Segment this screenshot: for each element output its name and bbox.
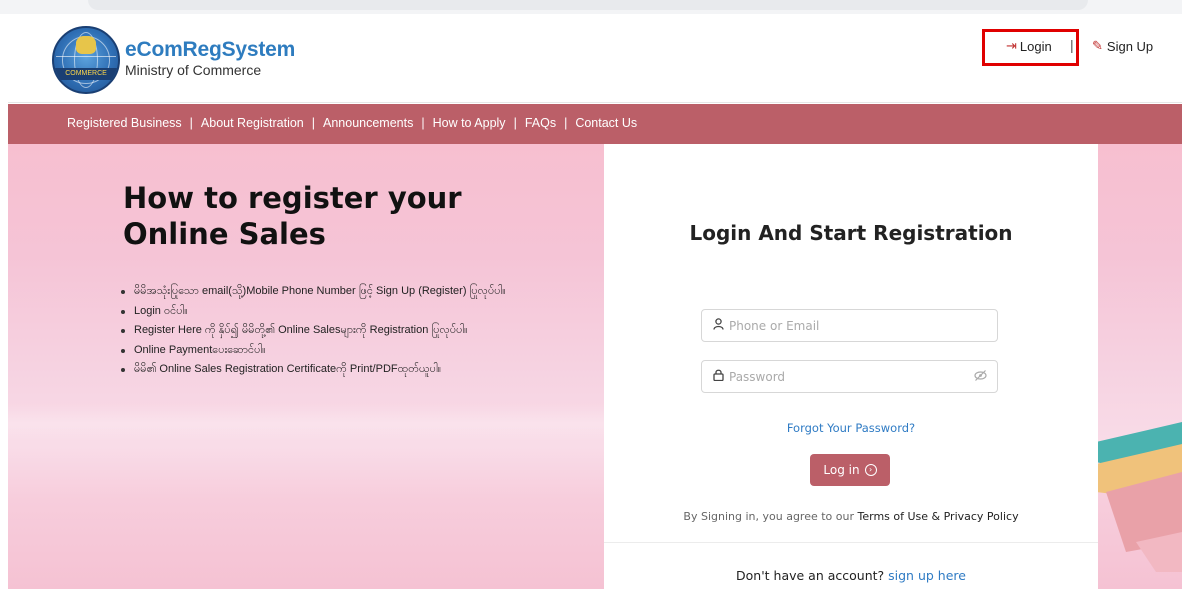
hero-section: How to register your Online Sales မိမိအသ… [8, 144, 1182, 589]
signup-here-link[interactable]: sign up here [888, 568, 966, 583]
step-item: Register Here ကို နှိပ်၍ မိမိတို့၏ Onlin… [118, 321, 506, 341]
menu-separator: | [421, 116, 425, 130]
agree-prefix: By Signing in, you agree to our [683, 510, 858, 523]
step-item: မိမိ၏ Online Sales Registration Certific… [118, 360, 506, 380]
forgot-password-link[interactable]: Forgot Your Password? [604, 421, 1098, 435]
header-signup-link[interactable]: ✎ Sign Up [1092, 38, 1153, 54]
menu-separator: | [564, 116, 568, 130]
globe-line [56, 56, 116, 57]
menu-separator: | [513, 116, 517, 130]
menu-item-announcements[interactable]: Announcements [323, 116, 413, 130]
hero-shine [8, 404, 608, 444]
login-card: Login And Start Registration Forgot Your… [604, 144, 1098, 589]
emblem-bird [76, 36, 96, 54]
step-item: Online Paymentပေးဆောင်ပါ။ [118, 341, 506, 361]
browser-top-strip [0, 0, 1182, 14]
no-account-prefix: Don't have an account? [736, 568, 889, 583]
edit-icon: ✎ [1092, 38, 1103, 53]
login-card-title: Login And Start Registration [689, 221, 1013, 245]
email-input[interactable] [729, 318, 969, 333]
hero-title: How to register your Online Sales [123, 181, 462, 251]
main-menu-bar: Registered Business | About Registration | A… [8, 104, 1182, 144]
brand[interactable]: eComRegSystem Ministry of Commerce [125, 38, 295, 79]
decorative-cards [1096, 422, 1182, 572]
login-button[interactable]: Log in › [810, 454, 890, 486]
card-divider [604, 542, 1098, 543]
browser-address-bar [88, 0, 1088, 10]
login-button-label: Log in [823, 463, 860, 477]
arrow-circle-right-icon: › [864, 464, 877, 476]
terms-agreement: By Signing in, you agree to our Terms of… [604, 510, 1098, 523]
eye-off-icon[interactable] [974, 369, 987, 385]
ministry-logo[interactable]: COMMERCE [52, 26, 120, 94]
logo-band: COMMERCE [54, 68, 118, 80]
main-menu: Registered Business | About Registration | A… [67, 116, 637, 130]
menu-item-how-to-apply[interactable]: How to Apply [433, 116, 506, 130]
email-field[interactable] [701, 309, 998, 342]
step-item: Login ဝင်ပါ။ [118, 302, 506, 322]
brand-subtitle: Ministry of Commerce [125, 62, 262, 78]
brand-title: eComRegSystem [125, 38, 296, 61]
header-signup-label: Sign Up [1106, 38, 1154, 54]
menu-separator: | [189, 116, 193, 130]
step-item: မိမိအသုံးပြုသော email(သို့)Mobile Phone … [118, 282, 506, 302]
registration-steps: မိမိအသုံးပြုသော email(သို့)Mobile Phone … [118, 282, 506, 380]
terms-link[interactable]: Terms of Use & Privacy Policy [858, 510, 1019, 523]
header-login-label: Login [1019, 38, 1052, 54]
menu-item-about-registration[interactable]: About Registration [201, 116, 304, 130]
menu-item-registered-business[interactable]: Registered Business [67, 116, 182, 130]
menu-separator: | [311, 116, 315, 130]
user-icon [712, 318, 724, 333]
sign-in-icon: ⇥ [1006, 38, 1017, 53]
menu-item-contact-us[interactable]: Contact Us [575, 116, 637, 130]
password-input[interactable] [729, 369, 969, 384]
menu-item-faqs[interactable]: FAQs [525, 116, 556, 130]
lock-icon [712, 369, 724, 384]
header-separator: | [1070, 37, 1074, 53]
header-login-link[interactable]: ⇥ Login [1006, 38, 1052, 54]
no-account-text: Don't have an account? sign up here [604, 568, 1098, 583]
password-field[interactable] [701, 360, 998, 393]
